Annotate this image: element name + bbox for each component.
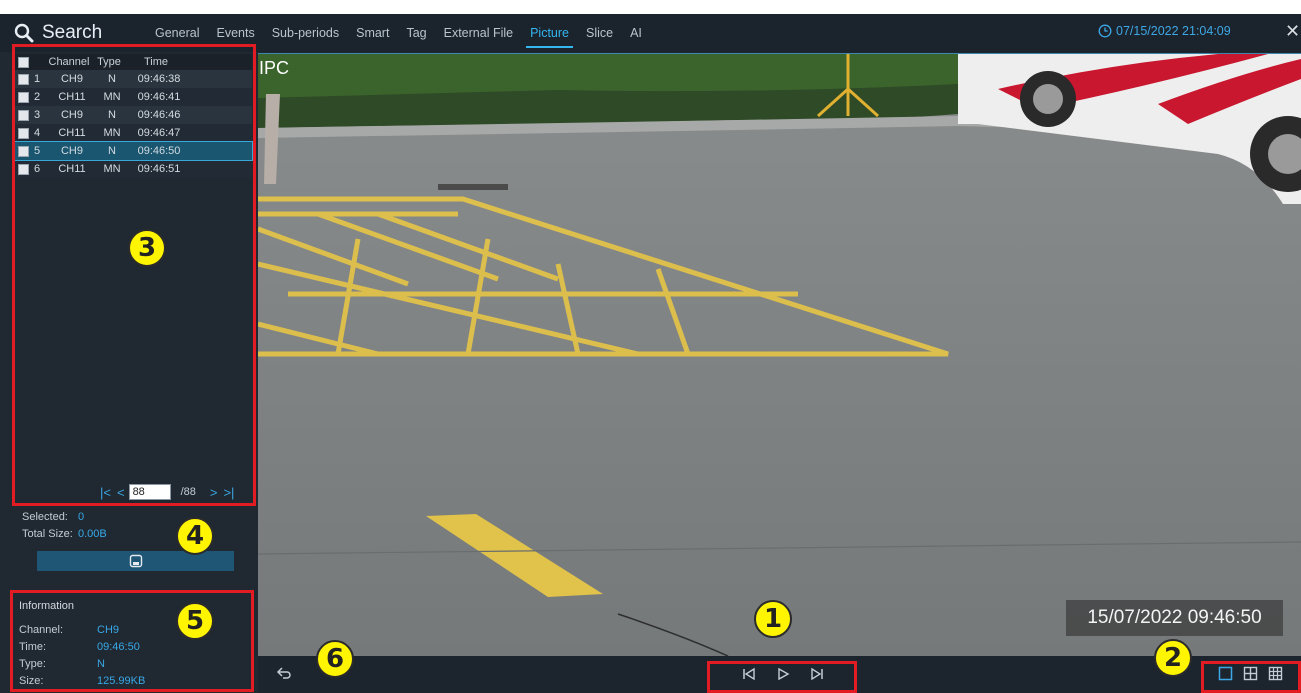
highlight-list-area: [12, 44, 256, 506]
picture-viewer[interactable]: [258, 53, 1301, 656]
datetime-text: 07/15/2022 21:04:09: [1116, 24, 1231, 38]
save-icon: [129, 554, 142, 568]
tab-slice[interactable]: Slice: [586, 14, 613, 52]
selection-summary: Selected: 0 Total Size: 0.00B: [22, 510, 107, 541]
callout-5: 5: [176, 602, 214, 640]
tab-tag[interactable]: Tag: [406, 14, 426, 52]
total-size-label: Total Size:: [22, 528, 73, 540]
highlight-playback-controls: [707, 661, 857, 693]
close-icon[interactable]: ✕: [1285, 21, 1300, 42]
callout-1: 1: [754, 600, 792, 638]
callout-4: 4: [176, 517, 214, 555]
camera-label: IPC: [259, 58, 290, 78]
save-button[interactable]: [37, 551, 234, 571]
tab-external-file[interactable]: External File: [444, 14, 513, 52]
callout-6: 6: [316, 640, 354, 678]
clock-icon: [1098, 24, 1112, 38]
callout-3: 3: [128, 229, 166, 267]
highlight-view-layout: [1201, 661, 1301, 693]
selected-count: 0: [78, 511, 85, 523]
total-size-value: 0.00B: [78, 528, 107, 540]
back-icon[interactable]: [276, 665, 292, 686]
callout-2: 2: [1154, 639, 1192, 677]
camera-snapshot: [258, 54, 1301, 656]
page-title: Search: [42, 22, 103, 43]
tab-smart[interactable]: Smart: [356, 14, 389, 52]
top-strip: [0, 0, 1301, 14]
system-clock: 07/15/2022 21:04:09: [1098, 24, 1231, 38]
selected-label: Selected:: [22, 511, 68, 523]
highlight-information-area: [10, 590, 254, 692]
video-timestamp: 15/07/2022 09:46:50: [1066, 600, 1283, 636]
tab-ai[interactable]: AI: [630, 14, 642, 52]
tab-sub-periods[interactable]: Sub-periods: [272, 14, 339, 52]
tab-picture[interactable]: Picture: [526, 14, 573, 52]
search-icon: [14, 23, 34, 43]
